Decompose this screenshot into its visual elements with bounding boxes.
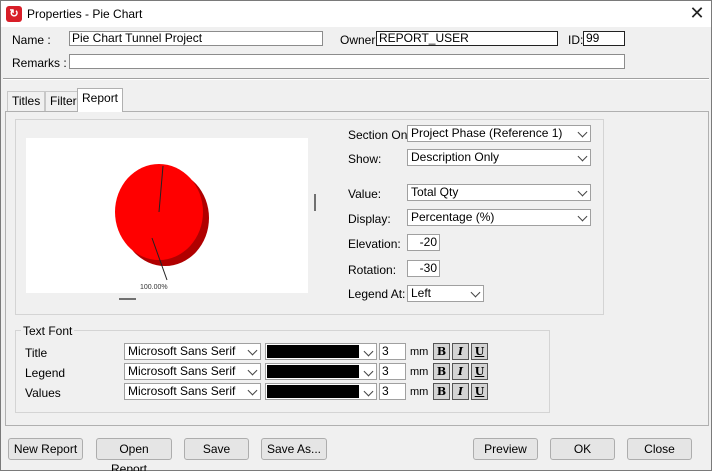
pie-chart-svg: 100.00% bbox=[115, 164, 209, 291]
preview-resize-handle-bottom[interactable] bbox=[119, 298, 136, 300]
values-size-unit: mm bbox=[410, 386, 429, 398]
section-on-select[interactable]: Project Phase (Reference 1) bbox=[407, 125, 591, 142]
window-title: Properties - Pie Chart bbox=[27, 7, 143, 21]
show-value: Description Only bbox=[411, 150, 500, 164]
legend-size-field[interactable]: 3 bbox=[379, 363, 406, 380]
save-as-button[interactable]: Save As... bbox=[261, 438, 327, 460]
text-font-group-label: Text Font bbox=[21, 324, 75, 338]
color-swatch bbox=[267, 385, 359, 398]
legend-at-label: Legend At: bbox=[348, 287, 406, 301]
color-swatch bbox=[267, 365, 359, 378]
chevron-down-icon bbox=[360, 344, 376, 359]
legend-font-value: Microsoft Sans Serif bbox=[128, 364, 236, 378]
id-label: ID: bbox=[568, 33, 584, 47]
new-report-button[interactable]: New Report bbox=[8, 438, 83, 460]
chevron-down-icon bbox=[574, 210, 590, 225]
close-icon[interactable]: ✕ bbox=[687, 3, 707, 23]
legend-font-label: Legend bbox=[25, 366, 66, 380]
header-divider bbox=[3, 78, 709, 80]
title-font-select[interactable]: Microsoft Sans Serif bbox=[124, 343, 261, 360]
pie-slice-label: 100.00% bbox=[140, 284, 168, 291]
rotation-label: Rotation: bbox=[348, 263, 397, 277]
tab-report[interactable]: Report bbox=[77, 88, 124, 112]
remarks-field[interactable] bbox=[69, 54, 625, 69]
legend-bold-button[interactable]: B bbox=[433, 363, 450, 380]
value-select[interactable]: Total Qty bbox=[407, 184, 591, 201]
values-font-label: Values bbox=[25, 386, 61, 400]
elevation-label: Elevation: bbox=[348, 237, 401, 251]
chevron-down-icon bbox=[467, 286, 483, 301]
remarks-label: Remarks : bbox=[12, 56, 67, 70]
name-label: Name : bbox=[12, 33, 51, 47]
chevron-down-icon bbox=[360, 364, 376, 379]
value-value: Total Qty bbox=[411, 185, 459, 199]
legend-color-select[interactable] bbox=[265, 363, 377, 380]
chevron-down-icon bbox=[244, 344, 260, 359]
properties-dialog: ↻ Properties - Pie Chart ✕ Name : Pie Ch… bbox=[0, 0, 712, 471]
display-label: Display: bbox=[348, 212, 391, 226]
section-on-label: Section On: bbox=[348, 128, 411, 142]
title-bar: ↻ Properties - Pie Chart ✕ bbox=[1, 1, 711, 27]
chevron-down-icon bbox=[574, 126, 590, 141]
chevron-down-icon bbox=[574, 185, 590, 200]
pie-chart-preview: 100.00% bbox=[26, 138, 308, 293]
save-button[interactable]: Save bbox=[184, 438, 249, 460]
title-font-value: Microsoft Sans Serif bbox=[128, 344, 236, 358]
display-select[interactable]: Percentage (%) bbox=[407, 209, 591, 226]
open-report-button[interactable]: Open Report... bbox=[96, 438, 172, 471]
display-value: Percentage (%) bbox=[411, 210, 495, 224]
title-color-select[interactable] bbox=[265, 343, 377, 360]
values-font-value: Microsoft Sans Serif bbox=[128, 384, 236, 398]
legend-at-value: Left bbox=[411, 286, 432, 300]
values-italic-button[interactable]: I bbox=[452, 383, 469, 400]
title-italic-button[interactable]: I bbox=[452, 343, 469, 360]
close-button[interactable]: Close bbox=[627, 438, 692, 460]
values-underline-button[interactable]: U bbox=[471, 383, 488, 400]
title-underline-button[interactable]: U bbox=[471, 343, 488, 360]
name-field[interactable]: Pie Chart Tunnel Project bbox=[69, 31, 323, 46]
tab-titles[interactable]: Titles bbox=[7, 91, 46, 111]
chevron-down-icon bbox=[244, 364, 260, 379]
values-color-select[interactable] bbox=[265, 383, 377, 400]
owner-label: Owner: bbox=[340, 33, 379, 47]
chevron-down-icon bbox=[244, 384, 260, 399]
app-logo-icon: ↻ bbox=[6, 6, 22, 22]
legend-font-select[interactable]: Microsoft Sans Serif bbox=[124, 363, 261, 380]
title-size-unit: mm bbox=[410, 346, 429, 358]
values-size-field[interactable]: 3 bbox=[379, 383, 406, 400]
show-select[interactable]: Description Only bbox=[407, 149, 591, 166]
id-field[interactable]: 99 bbox=[583, 31, 625, 46]
legend-italic-button[interactable]: I bbox=[452, 363, 469, 380]
show-label: Show: bbox=[348, 152, 382, 166]
preview-resize-handle[interactable] bbox=[314, 194, 316, 211]
value-label: Value: bbox=[348, 187, 382, 201]
title-size-field[interactable]: 3 bbox=[379, 343, 406, 360]
chevron-down-icon bbox=[574, 150, 590, 165]
elevation-field[interactable]: -20 bbox=[407, 234, 440, 251]
color-swatch bbox=[267, 345, 359, 358]
owner-field[interactable]: REPORT_USER bbox=[376, 31, 558, 46]
ok-button[interactable]: OK bbox=[550, 438, 615, 460]
section-on-value: Project Phase (Reference 1) bbox=[411, 126, 563, 140]
legend-underline-button[interactable]: U bbox=[471, 363, 488, 380]
chevron-down-icon bbox=[360, 384, 376, 399]
legend-at-select[interactable]: Left bbox=[407, 285, 484, 302]
title-bold-button[interactable]: B bbox=[433, 343, 450, 360]
values-font-select[interactable]: Microsoft Sans Serif bbox=[124, 383, 261, 400]
legend-size-unit: mm bbox=[410, 366, 429, 378]
values-bold-button[interactable]: B bbox=[433, 383, 450, 400]
preview-button[interactable]: Preview bbox=[473, 438, 538, 460]
title-font-label: Title bbox=[25, 346, 48, 360]
rotation-field[interactable]: -30 bbox=[407, 260, 440, 277]
